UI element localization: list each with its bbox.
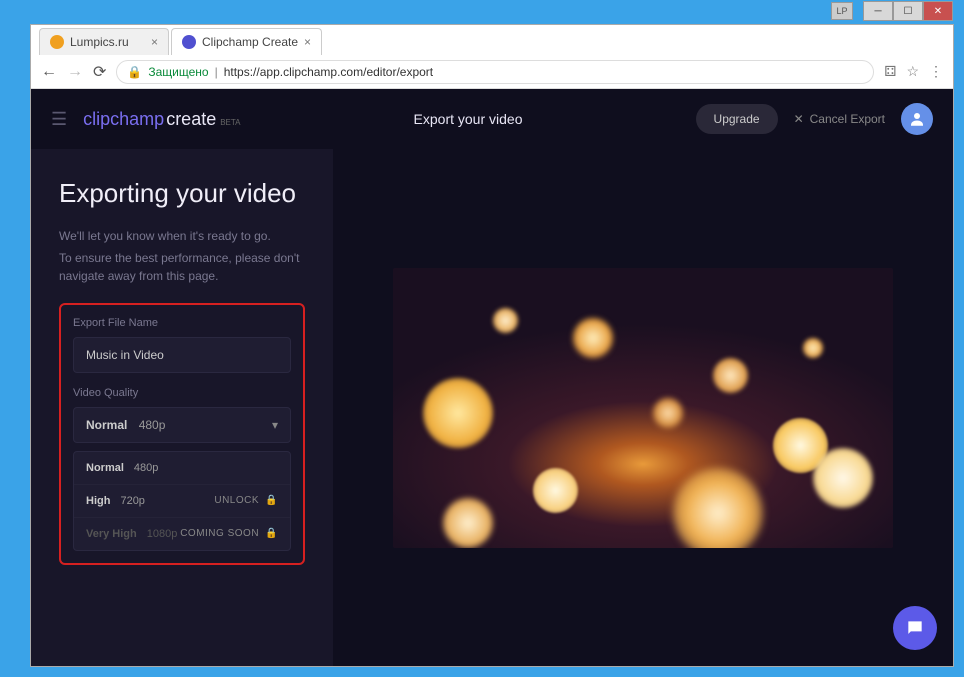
tab-close-icon[interactable]: × <box>304 35 311 49</box>
chat-button[interactable] <box>893 606 937 650</box>
option-res: 480p <box>134 462 158 474</box>
tab-lumpics[interactable]: Lumpics.ru × <box>39 28 169 55</box>
hamburger-icon[interactable]: ☰ <box>51 109 67 130</box>
option-coming-soon: COMING SOON 🔒 <box>180 528 278 539</box>
lock-icon: 🔒 <box>265 528 278 539</box>
option-label: Very High <box>86 528 137 540</box>
logo-beta: BETA <box>220 118 240 127</box>
tab-favicon <box>182 35 196 49</box>
secure-label: Защищено <box>148 65 208 79</box>
logo-create: create <box>166 109 216 130</box>
app-body: Exporting your video We'll let you know … <box>31 149 953 666</box>
option-label: High <box>86 495 110 507</box>
back-button[interactable]: ← <box>41 63 57 81</box>
minimize-button[interactable]: ─ <box>863 1 893 21</box>
app-content: ☰ clipchamp create BETA Export your vide… <box>31 89 953 666</box>
export-title: Exporting your video <box>59 177 305 211</box>
url-text: https://app.clipchamp.com/editor/export <box>224 65 433 79</box>
file-name-label: Export File Name <box>73 317 291 329</box>
browser-window: LP ─ ☐ ✕ Lumpics.ru × Clipchamp Create ×… <box>30 24 954 667</box>
lock-icon: 🔒 <box>265 495 278 506</box>
quality-option-high[interactable]: High 720p UNLOCK 🔒 <box>74 485 290 518</box>
preview-area <box>333 149 953 666</box>
quality-select[interactable]: Normal 480p ▾ <box>73 407 291 443</box>
selected-resolution: 480p <box>139 418 166 432</box>
close-window-button[interactable]: ✕ <box>923 1 953 21</box>
address-bar: ← → ⟳ 🔒 Защищено | https://app.clipchamp… <box>31 55 953 89</box>
lock-icon: 🔒 <box>127 65 142 79</box>
tab-clipchamp[interactable]: Clipchamp Create × <box>171 28 322 55</box>
page-title: Export your video <box>257 111 680 127</box>
option-res: 720p <box>120 495 144 507</box>
reload-button[interactable]: ⟳ <box>93 62 106 82</box>
cancel-label: Cancel Export <box>810 112 885 126</box>
url-field[interactable]: 🔒 Защищено | https://app.clipchamp.com/e… <box>116 60 874 84</box>
upgrade-button[interactable]: Upgrade <box>696 104 778 134</box>
tab-strip: Lumpics.ru × Clipchamp Create × <box>31 25 953 55</box>
option-label: Normal <box>86 462 124 474</box>
menu-icon[interactable]: ⋮ <box>929 63 943 80</box>
lp-badge: LP <box>831 2 853 20</box>
logo-clipchamp: clipchamp <box>83 109 164 130</box>
addr-icons: ⚃ ☆ ⋮ <box>884 63 943 80</box>
quality-option-normal[interactable]: Normal 480p <box>74 452 290 485</box>
avatar[interactable] <box>901 103 933 135</box>
export-panel: Exporting your video We'll let you know … <box>31 149 333 666</box>
quality-label: Video Quality <box>73 387 291 399</box>
quality-option-veryhigh: Very High 1080p COMING SOON 🔒 <box>74 518 290 550</box>
option-res: 1080p <box>147 528 178 540</box>
tab-title: Lumpics.ru <box>70 35 129 49</box>
quality-dropdown: Normal 480p High 720p UNLOCK 🔒 <box>73 451 291 551</box>
star-icon[interactable]: ☆ <box>906 63 919 80</box>
window-controls: ─ ☐ ✕ <box>863 1 953 21</box>
tab-favicon <box>50 35 64 49</box>
export-desc-2: To ensure the best performance, please d… <box>59 249 305 285</box>
export-desc-1: We'll let you know when it's ready to go… <box>59 227 305 245</box>
logo[interactable]: clipchamp create BETA <box>83 109 240 130</box>
close-icon: ✕ <box>794 112 804 126</box>
chevron-down-icon: ▾ <box>272 418 278 432</box>
selected-quality: Normal <box>86 418 127 432</box>
video-preview <box>393 268 893 548</box>
translate-icon[interactable]: ⚃ <box>884 63 896 80</box>
export-form: Export File Name Music in Video Video Qu… <box>59 303 305 565</box>
forward-button[interactable]: → <box>67 63 83 81</box>
file-name-input[interactable]: Music in Video <box>73 337 291 373</box>
app-header: ☰ clipchamp create BETA Export your vide… <box>31 89 953 149</box>
cancel-export-button[interactable]: ✕ Cancel Export <box>794 112 885 126</box>
option-unlock: UNLOCK 🔒 <box>214 495 278 506</box>
tab-close-icon[interactable]: × <box>151 35 158 49</box>
maximize-button[interactable]: ☐ <box>893 1 923 21</box>
tab-title: Clipchamp Create <box>202 35 298 49</box>
